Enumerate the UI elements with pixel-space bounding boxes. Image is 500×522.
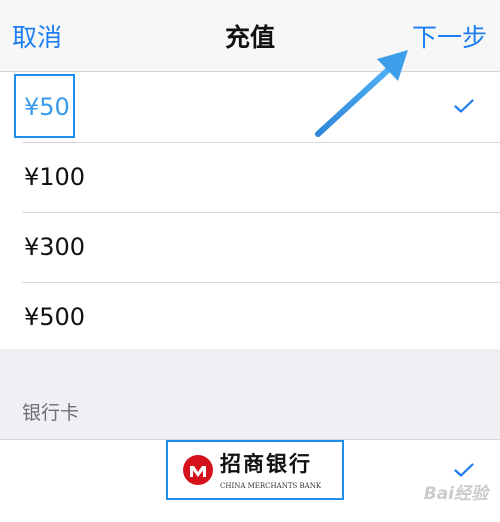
check-icon [454, 99, 474, 113]
cancel-button[interactable]: 取消 [12, 22, 62, 54]
navigation-bar: 取消 充值 下一步 [0, 0, 500, 72]
row-separator [22, 282, 500, 283]
amount-label: ¥500 [24, 303, 86, 331]
bank-name-english: CHINA MERCHANTS BANK [220, 482, 322, 490]
amount-label: ¥50 [24, 93, 70, 121]
amount-label: ¥100 [24, 163, 86, 191]
row-separator [22, 212, 500, 213]
amount-list: ¥50 ¥100 ¥300 ¥500 [0, 72, 500, 353]
check-icon [454, 463, 474, 477]
cmb-logo-icon [183, 455, 213, 485]
bank-card-highlight: 招商银行 CHINA MERCHANTS BANK [166, 440, 344, 500]
amount-option-100[interactable]: ¥100 [0, 142, 500, 212]
row-separator [22, 142, 500, 143]
bank-card-option[interactable]: 招商银行 CHINA MERCHANTS BANK [0, 439, 500, 522]
amount-option-500[interactable]: ¥500 [0, 282, 500, 352]
bank-card-section-header: 银行卡 [22, 402, 80, 424]
amount-label: ¥300 [24, 233, 86, 261]
next-step-button[interactable]: 下一步 [412, 22, 487, 54]
amount-option-50[interactable]: ¥50 [0, 72, 500, 142]
bank-name: 招商银行 [220, 451, 312, 476]
amount-option-300[interactable]: ¥300 [0, 212, 500, 282]
